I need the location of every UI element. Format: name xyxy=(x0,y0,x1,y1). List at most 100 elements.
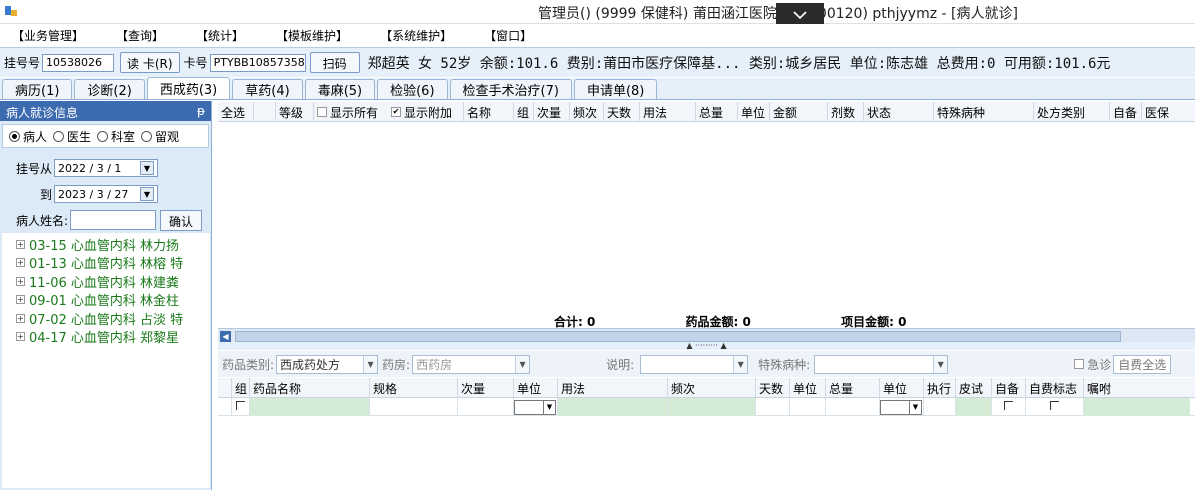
tab-medical-record[interactable]: 病历(1) xyxy=(2,79,73,99)
col-spec[interactable]: 规格 xyxy=(370,378,458,398)
cell-total[interactable] xyxy=(826,398,880,416)
cell-dose[interactable] xyxy=(458,398,514,416)
show-all-toggle[interactable]: 显示所有 xyxy=(314,102,388,122)
col-self-pay-flag[interactable]: 自费标志 xyxy=(1026,378,1084,398)
col-dose[interactable]: 次量 xyxy=(534,102,570,122)
dropdown-arrow-icon[interactable]: ▼ xyxy=(140,161,154,175)
checkbox-icon[interactable] xyxy=(317,107,327,117)
col-status[interactable]: 状态 xyxy=(864,102,934,122)
checkbox-icon[interactable] xyxy=(1004,401,1013,410)
emergency-checkbox[interactable] xyxy=(1074,359,1085,369)
expand-icon[interactable]: + xyxy=(16,239,25,249)
radio-observation[interactable]: 留观 xyxy=(141,128,179,145)
dropdown-arrow-icon[interactable]: ▼ xyxy=(515,355,530,373)
col-insurance[interactable]: 医保 xyxy=(1142,102,1176,122)
checkbox-icon[interactable] xyxy=(236,401,245,410)
special-disease-select[interactable]: ▼ xyxy=(814,354,949,374)
col-doses[interactable]: 剂数 xyxy=(828,102,864,122)
col-group[interactable]: 组 xyxy=(232,378,250,398)
menu-window[interactable]: 【窗口】 xyxy=(474,27,542,44)
menu-template[interactable]: 【模板维护】 xyxy=(266,27,358,44)
cell-self-pay-flag[interactable] xyxy=(1026,398,1084,416)
list-item[interactable]: +11-06 心血管内科 林建粪 xyxy=(2,272,210,291)
col-total-unit[interactable]: 单位 xyxy=(880,378,924,398)
pharmacy-select[interactable]: 西药房 ▼ xyxy=(412,354,531,374)
col-day-unit[interactable]: 单位 xyxy=(790,378,826,398)
note-select[interactable]: ▼ xyxy=(640,354,749,374)
self-pay-all-button[interactable]: 自费全选 xyxy=(1113,354,1172,374)
tab-application[interactable]: 申请单(8) xyxy=(573,79,658,99)
list-item[interactable]: +01-13 心血管内科 林榕 特 xyxy=(2,254,210,272)
drug-type-select[interactable]: 西成药处方 ▼ xyxy=(276,354,379,374)
col-self-provided[interactable]: 自备 xyxy=(992,378,1026,398)
scroll-left-icon[interactable]: ◀ xyxy=(220,331,231,342)
scan-button[interactable]: 扫码 xyxy=(309,52,360,73)
checkbox-checked-icon[interactable]: ✔ xyxy=(391,107,401,117)
expand-icon[interactable]: + xyxy=(16,313,25,323)
tab-diagnosis[interactable]: 诊断(2) xyxy=(74,79,145,99)
menu-system[interactable]: 【系统维护】 xyxy=(370,27,462,44)
read-card-button[interactable]: 读 卡(R) xyxy=(120,52,180,73)
list-item[interactable]: +04-17 心血管内科 郑黎星 xyxy=(2,328,210,346)
tab-lab-test[interactable]: 检验(6) xyxy=(377,79,448,99)
cell-total-unit[interactable]: ▼ xyxy=(880,398,924,416)
dropdown-arrow-icon[interactable]: ▼ xyxy=(140,187,154,201)
col-instructions[interactable]: 嘱咐 xyxy=(1084,378,1190,398)
col-self-provided[interactable]: 自备 xyxy=(1110,102,1142,122)
cell-instructions[interactable] xyxy=(1084,398,1190,416)
col-execute[interactable]: 执行 xyxy=(924,378,956,398)
table-row[interactable]: ▼ ▼ xyxy=(218,398,1195,416)
list-item[interactable]: +09-01 心血管内科 林金柱 xyxy=(2,291,210,309)
patient-name-input[interactable] xyxy=(70,210,156,230)
tab-exam-surgery[interactable]: 检查手术治疗(7) xyxy=(449,79,572,99)
col-drug-name[interactable]: 药品名称 xyxy=(250,378,370,398)
col-frequency[interactable]: 频次 xyxy=(668,378,756,398)
tab-herbal[interactable]: 草药(4) xyxy=(232,79,303,99)
expand-icon[interactable]: + xyxy=(16,295,25,305)
expand-icon[interactable]: + xyxy=(16,332,25,342)
cell-usage[interactable] xyxy=(558,398,668,416)
cell-unit[interactable]: ▼ xyxy=(514,398,558,416)
col-select-all[interactable]: 全选 xyxy=(218,102,254,122)
unit-select[interactable]: ▼ xyxy=(514,400,556,415)
pin-icon[interactable]: ᵽ xyxy=(197,104,205,118)
tab-narcotics[interactable]: 毒麻(5) xyxy=(304,79,376,99)
dropdown-arrow-icon[interactable]: ▼ xyxy=(363,355,378,373)
cell-self-provided[interactable] xyxy=(992,398,1026,416)
col-frequency[interactable]: 频次 xyxy=(570,102,604,122)
dropdown-arrow-icon[interactable]: ▼ xyxy=(933,355,948,373)
menu-query[interactable]: 【查询】 xyxy=(106,27,174,44)
col-unit[interactable]: 单位 xyxy=(514,378,558,398)
cell-skin-test[interactable] xyxy=(956,398,992,416)
radio-department[interactable]: 科室 xyxy=(97,128,135,145)
col-prescription-type[interactable]: 处方类别 xyxy=(1034,102,1110,122)
col-total[interactable]: 总量 xyxy=(826,378,880,398)
dropdown-arrow-icon[interactable]: ▼ xyxy=(543,401,555,414)
expand-icon[interactable]: + xyxy=(16,276,25,286)
confirm-button[interactable]: 确认 xyxy=(160,209,203,231)
menu-business[interactable]: 【业务管理】 xyxy=(2,27,94,44)
card-no-input[interactable]: PTYBB10857358 xyxy=(209,53,306,72)
splitter-handle[interactable]: ▲ ········· ▲ xyxy=(218,342,1195,350)
col-group[interactable]: 组 xyxy=(514,102,534,122)
menu-statistics[interactable]: 【统计】 xyxy=(186,27,254,44)
radio-doctor[interactable]: 医生 xyxy=(53,128,91,145)
col-name[interactable]: 名称 xyxy=(464,102,514,122)
date-from-picker[interactable]: 2022 / 3 / 1 ▼ xyxy=(54,159,158,177)
col-usage[interactable]: 用法 xyxy=(558,378,668,398)
list-item[interactable]: +03-15 心血管内科 林力扬 xyxy=(2,235,210,254)
col-days[interactable]: 天数 xyxy=(604,102,640,122)
col-total[interactable]: 总量 xyxy=(696,102,738,122)
radio-patient[interactable]: 病人 xyxy=(9,128,47,145)
checkbox-icon[interactable] xyxy=(1050,401,1059,410)
scrollbar-thumb[interactable] xyxy=(235,331,1121,342)
col-special-disease[interactable]: 特殊病种 xyxy=(934,102,1034,122)
total-unit-select[interactable]: ▼ xyxy=(880,400,922,415)
expand-icon[interactable]: + xyxy=(16,258,25,268)
col-level[interactable]: 等级 xyxy=(276,102,314,122)
cell-group[interactable] xyxy=(232,398,250,416)
list-item[interactable]: +07-02 心血管内科 占淡 特 xyxy=(2,309,210,328)
dropdown-arrow-icon[interactable]: ▼ xyxy=(909,401,921,414)
col-amount[interactable]: 金额 xyxy=(770,102,828,122)
cell-days[interactable] xyxy=(756,398,790,416)
